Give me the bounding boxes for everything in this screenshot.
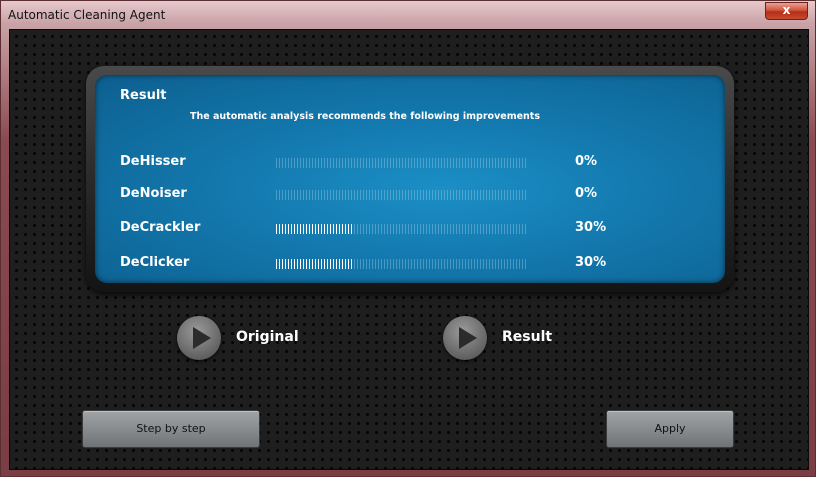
row-denoiser: DeNoiser 0% — [95, 186, 725, 206]
play-original-button[interactable] — [177, 316, 221, 360]
apply-button[interactable]: Apply — [606, 410, 734, 448]
result-title: Result — [120, 88, 167, 103]
row-value: 0% — [575, 154, 598, 169]
step-by-step-button[interactable]: Step by step — [82, 410, 260, 448]
row-label: DeClicker — [120, 255, 190, 270]
level-bar — [276, 259, 528, 269]
result-panel: Result The automatic analysis recommends… — [95, 75, 725, 283]
row-decrackler: DeCrackler 30% — [95, 220, 725, 240]
level-bar — [276, 190, 528, 200]
row-value: 30% — [575, 255, 607, 270]
main-area: Result The automatic analysis recommends… — [9, 29, 809, 470]
row-label: DeCrackler — [120, 220, 201, 235]
row-label: DeNoiser — [120, 186, 187, 201]
title-bar[interactable]: Automatic Cleaning Agent x — [1, 1, 815, 29]
level-bar — [276, 224, 528, 234]
close-button[interactable]: x — [765, 2, 808, 20]
result-panel-frame: Result The automatic analysis recommends… — [86, 66, 734, 292]
row-dehisser: DeHisser 0% — [95, 154, 725, 174]
row-value: 30% — [575, 220, 607, 235]
level-bar-fill — [276, 224, 352, 234]
play-result-button[interactable] — [443, 316, 487, 360]
app-window: Automatic Cleaning Agent x Result The au… — [0, 0, 816, 477]
level-bar-fill — [276, 259, 352, 269]
level-bar — [276, 158, 528, 168]
result-subtitle: The automatic analysis recommends the fo… — [190, 111, 541, 122]
play-icon — [459, 327, 477, 349]
play-icon — [193, 327, 211, 349]
result-label[interactable]: Result — [502, 329, 552, 345]
row-declicker: DeClicker 30% — [95, 255, 725, 275]
original-label[interactable]: Original — [236, 329, 299, 345]
row-label: DeHisser — [120, 154, 186, 169]
window-title: Automatic Cleaning Agent — [8, 8, 166, 22]
row-value: 0% — [575, 186, 598, 201]
close-icon: x — [782, 3, 791, 17]
